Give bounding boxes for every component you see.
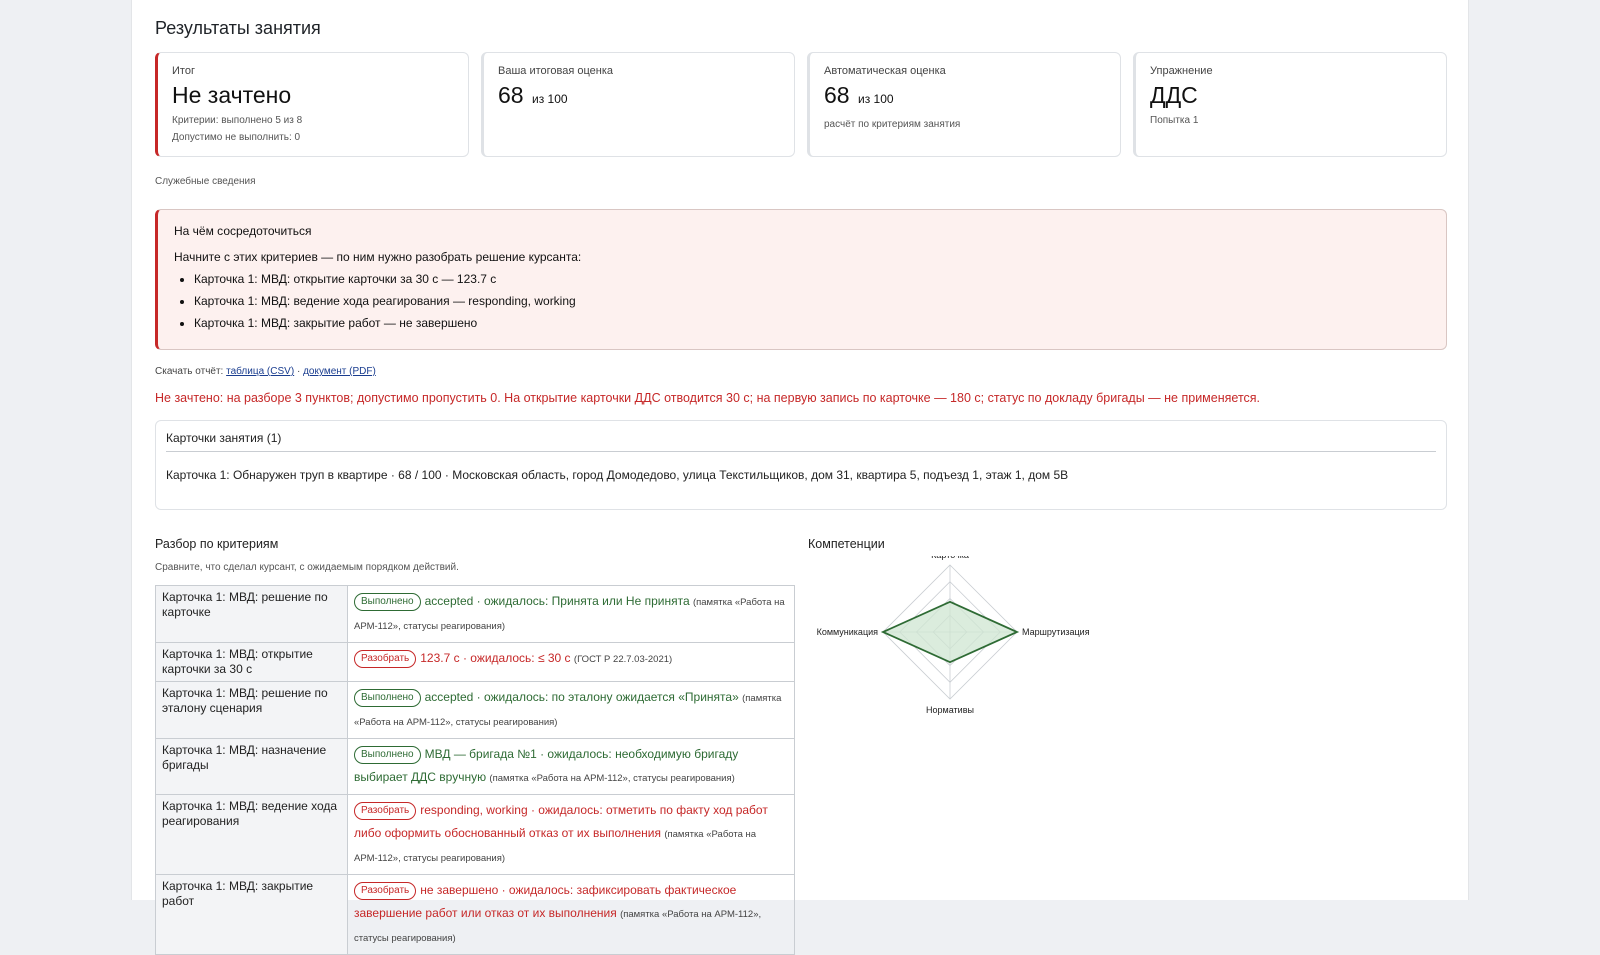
focus-item: Карточка 1: МВД: открытие карточки за 30… [194, 272, 1430, 286]
status-badge: Разобрать [354, 882, 417, 900]
criteria-subtitle: Сравните, что сделал курсант, с ожидаемы… [155, 562, 459, 573]
exercise-value: ДДС [1150, 82, 1198, 108]
focus-item: Карточка 1: МВД: закрытие работ — не зав… [194, 316, 1430, 330]
final-score-number: 68 [498, 82, 524, 108]
focus-item: Карточка 1: МВД: ведение хода реагирован… [194, 294, 1430, 308]
results-page: Результаты занятия Итог Не зачтено Крите… [131, 0, 1469, 955]
radar-axis-label: Маршрутизация [1022, 627, 1090, 637]
final-score-card: Ваша итоговая оценка 68 из 100 [481, 52, 795, 157]
session-cards-panel: Карточки занятия (1) Карточка 1: Обнаруж… [155, 420, 1447, 510]
service-info-toggle[interactable]: Служебные сведения [155, 176, 256, 187]
competencies-title: Компетенции [808, 537, 885, 551]
criteria-result: Разобрать не завершено · ожидалось: зафик… [347, 874, 795, 955]
exercise-card: Упражнение ДДС Попытка 1 [1133, 52, 1447, 157]
auto-score-of: из 100 [857, 92, 894, 106]
criteria-row: Карточка 1: МВД: решение по карточке Выпо… [155, 585, 795, 643]
final-score-label: Ваша итоговая оценка [498, 65, 614, 77]
download-bar: Скачать отчёт: таблица (CSV) · документ … [155, 366, 376, 377]
session-cards-header[interactable]: Карточки занятия (1) [166, 431, 1436, 452]
final-score-of: из 100 [531, 92, 568, 106]
criteria-name: Карточка 1: МВД: открытие карточки за 30… [155, 642, 348, 682]
criteria-result: Выполнено МВД — бригада №1 · ожидалось: н… [347, 738, 795, 795]
radar-axis-label: Нормативы [926, 705, 974, 715]
criteria-note: (ГОСТ Р 22.7.03-2021) [573, 654, 673, 665]
auto-score-label: Автоматическая оценка [824, 65, 946, 77]
criteria-row: Карточка 1: МВД: закрытие работ Разобрать… [155, 874, 795, 955]
criteria-result: Разобрать responding, working · ожидалось… [347, 794, 795, 875]
criteria-result-text: accepted · ожидалось: по эталону ожидает… [424, 690, 739, 704]
status-badge: Выполнено [354, 746, 421, 764]
download-pdf-link[interactable]: документ (PDF) [303, 366, 376, 377]
focus-list: Карточка 1: МВД: открытие карточки за 30… [174, 272, 1430, 330]
criteria-table-body: Карточка 1: МВД: решение по карточке Выпо… [155, 585, 795, 955]
criteria-note: (памятка «Работа на АРМ-112», статусы ре… [489, 773, 735, 784]
final-score-value: 68 из 100 [498, 81, 780, 113]
status-badge: Разобрать [354, 650, 417, 668]
result-label: Итог [172, 65, 195, 77]
status-badge: Выполнено [354, 593, 421, 611]
status-badge: Выполнено [354, 689, 421, 707]
criteria-name: Карточка 1: МВД: решение по карточке [155, 585, 348, 643]
focus-intro: Начните с этих критериев — по ним нужно … [174, 250, 582, 264]
exercise-attempt: Попытка 1 [1150, 115, 1199, 126]
competency-radar: Карточка Маршрутизация Нормативы Коммуникац… [817, 556, 1090, 715]
radar-axis-label: Карточка [931, 556, 969, 560]
download-label: Скачать отчёт: [155, 366, 224, 377]
radar-area [880, 600, 1020, 664]
criteria-row: Карточка 1: МВД: открытие карточки за 30… [155, 642, 795, 682]
verdict-text: Не зачтено: на разборе 3 пунктов; допуст… [155, 391, 1261, 405]
auto-score-card: Автоматическая оценка 68 из 100 расчёт п… [807, 52, 1121, 157]
criteria-name: Карточка 1: МВД: решение по эталону сцен… [155, 681, 348, 739]
download-separator: · [296, 366, 301, 377]
criteria-row: Карточка 1: МВД: решение по эталону сцен… [155, 681, 795, 739]
criteria-name: Карточка 1: МВД: закрытие работ [155, 874, 348, 955]
result-allowed: Допустимо не выполнить: 0 [172, 132, 301, 143]
criteria-name: Карточка 1: МВД: ведение хода реагирован… [155, 794, 348, 875]
result-card: Итог Не зачтено Критерии: выполнено 5 из… [155, 52, 469, 157]
focus-panel: На чём сосредоточиться Начните с этих кр… [155, 209, 1447, 350]
criteria-name: Карточка 1: МВД: назначение бригады [155, 738, 348, 795]
session-card-item[interactable]: Карточка 1: Обнаружен труп в квартире · … [166, 468, 1436, 482]
criteria-row: Карточка 1: МВД: назначение бригады Выпол… [155, 738, 795, 795]
auto-score-note: расчёт по критериям занятия [824, 119, 961, 130]
status-badge: Разобрать [354, 802, 417, 820]
auto-score-number: 68 [824, 82, 850, 108]
summary-cards: Итог Не зачтено Критерии: выполнено 5 из… [155, 52, 1447, 157]
criteria-result: Выполнено accepted · ожидалось: по эталон… [347, 681, 795, 739]
result-criteria: Критерии: выполнено 5 из 8 [172, 115, 303, 126]
download-csv-link[interactable]: таблица (CSV) [226, 366, 294, 377]
page-title: Результаты занятия [155, 18, 321, 38]
exercise-label: Упражнение [1150, 65, 1213, 77]
criteria-result: Разобрать 123.7 с · ожидалось: ≤ 30 с (ГО… [347, 642, 795, 682]
radar-axis-label: Коммуникация [817, 627, 879, 637]
focus-title: На чём сосредоточиться [174, 224, 312, 238]
criteria-result-text: accepted · ожидалось: Принята или Не при… [424, 594, 690, 608]
criteria-result: Выполнено accepted · ожидалось: Принята и… [347, 585, 795, 643]
auto-score-value: 68 из 100 [824, 81, 1106, 113]
criteria-row: Карточка 1: МВД: ведение хода реагирован… [155, 794, 795, 875]
criteria-result-text: 123.7 с · ожидалось: ≤ 30 с [420, 651, 571, 665]
criteria-title: Разбор по критериям [155, 537, 279, 551]
result-value: Не зачтено [172, 82, 292, 108]
